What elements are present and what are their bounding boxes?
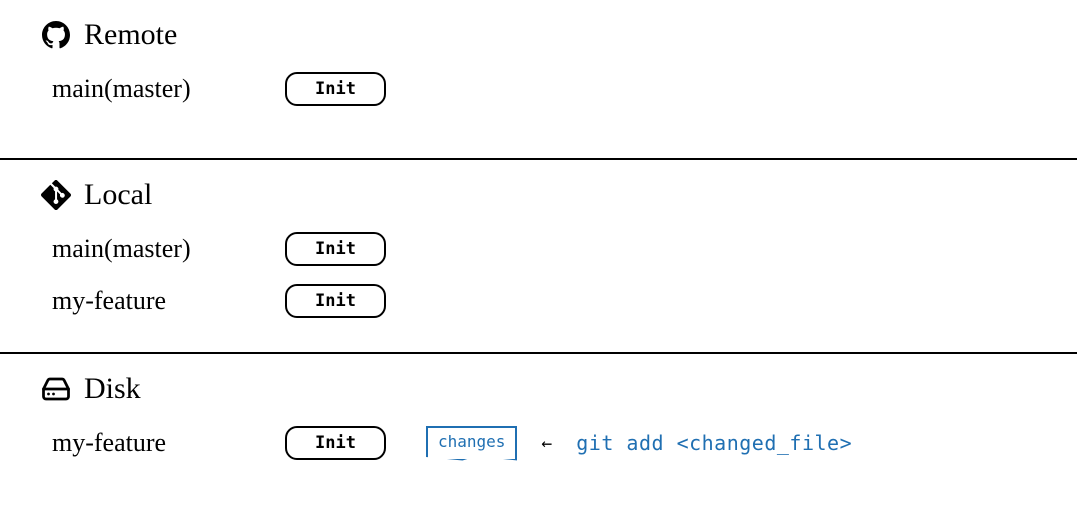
changes-box[interactable]: changes <box>426 426 517 461</box>
local-header: Local <box>40 178 1037 212</box>
commit-pill[interactable]: Init <box>285 284 386 318</box>
local-branch-row: my-feature Init <box>52 280 1037 322</box>
branch-name: my-feature <box>52 286 267 316</box>
commit-pill[interactable]: Init <box>285 232 386 266</box>
git-command: git add <changed_file> <box>576 431 852 455</box>
github-icon <box>40 19 72 51</box>
arrow-left-icon: ← <box>541 433 552 454</box>
disk-section: Disk my-feature Init changes ← git add <… <box>0 354 1077 494</box>
commit-pill[interactable]: Init <box>285 72 386 106</box>
remote-section: Remote main(master) Init <box>0 0 1077 160</box>
branch-name: main(master) <box>52 234 267 264</box>
remote-header: Remote <box>40 18 1037 52</box>
local-title: Local <box>84 178 152 212</box>
remote-title: Remote <box>84 18 177 52</box>
branch-name: my-feature <box>52 428 267 458</box>
remote-branch-row: main(master) Init <box>52 68 1037 110</box>
commit-pill[interactable]: Init <box>285 426 386 460</box>
local-branch-row: main(master) Init <box>52 228 1037 270</box>
branch-name: main(master) <box>52 74 267 104</box>
git-icon <box>40 179 72 211</box>
disk-title: Disk <box>84 372 141 406</box>
local-section: Local main(master) Init my-feature Init <box>0 160 1077 354</box>
disk-header: Disk <box>40 372 1037 406</box>
disk-icon <box>40 373 72 405</box>
disk-branch-row: my-feature Init changes ← git add <chang… <box>52 422 1037 464</box>
